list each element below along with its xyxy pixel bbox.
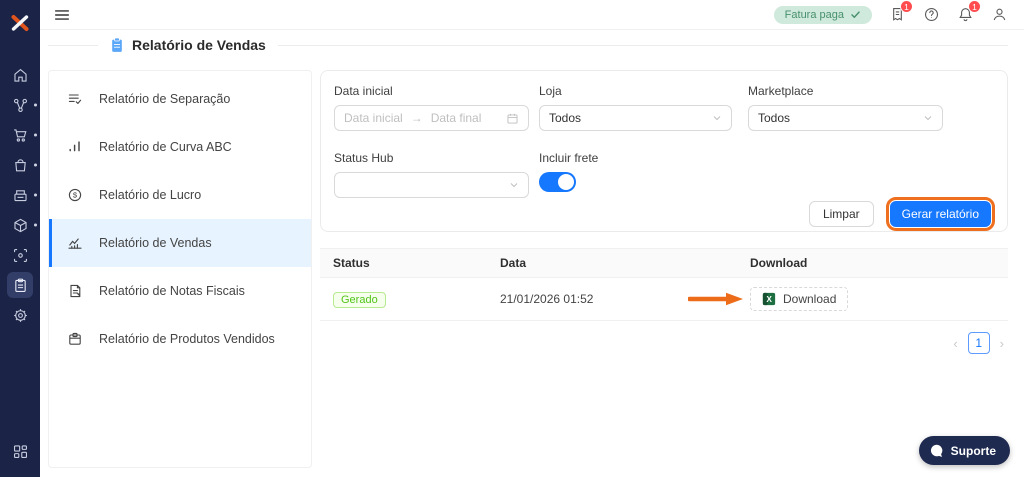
reports-icon[interactable] <box>7 272 33 298</box>
list-check-icon <box>68 94 82 104</box>
table-header-row: Status Data Download <box>320 248 1008 278</box>
marketplace-select[interactable]: Todos <box>748 105 943 131</box>
toggle-knob <box>558 174 574 190</box>
store-select[interactable]: Todos <box>539 105 732 131</box>
user-icon[interactable] <box>991 6 1008 23</box>
support-button[interactable]: Suporte <box>918 436 1010 465</box>
hamburger-icon[interactable] <box>53 6 71 24</box>
page-title: Relatório de Vendas <box>132 37 266 53</box>
bell-icon[interactable]: 1 <box>957 0 981 23</box>
pagination-prev-icon[interactable]: ‹ <box>953 337 957 350</box>
bell-notification-count: 1 <box>968 0 981 13</box>
column-header-status: Status <box>333 256 370 270</box>
divider-line <box>48 44 98 46</box>
topbar-actions: Fatura paga 1 1 <box>773 0 1008 24</box>
support-button-label: Suporte <box>950 443 996 458</box>
include-shipping-toggle[interactable] <box>539 172 576 192</box>
report-menu: Relatório de Separação Relatório de Curv… <box>48 70 312 468</box>
pagination-next-icon[interactable]: › <box>1000 337 1004 350</box>
table-row: Gerado 21/01/2026 01:52 X Download <box>320 278 1008 321</box>
menu-item-label: Relatório de Lucro <box>99 188 202 202</box>
nav-rail <box>0 0 40 477</box>
excel-icon: X <box>762 292 776 306</box>
line-chart-icon <box>68 238 82 249</box>
date-end-placeholder[interactable]: Data final <box>431 111 482 125</box>
download-button-label: Download <box>783 292 837 306</box>
app-window: Fatura paga 1 1 Relatório de Vendas Rela… <box>0 0 1024 477</box>
menu-item-label: Relatório de Produtos Vendidos <box>99 332 275 346</box>
home-icon[interactable] <box>7 62 33 88</box>
check-icon <box>851 11 860 18</box>
menu-item-relatorio-separacao[interactable]: Relatório de Separação <box>49 75 311 123</box>
menu-item-relatorio-curva-abc[interactable]: Relatório de Curva ABC <box>49 123 311 171</box>
status-badge: Gerado <box>333 292 386 308</box>
date-range-separator: → <box>410 111 423 125</box>
store-label: Loja <box>539 84 562 98</box>
menu-item-relatorio-lucro[interactable]: $ Relatório de Lucro <box>49 171 311 219</box>
report-table: Status Data Download Gerado 21/01/2026 0… <box>320 248 1008 354</box>
annotation-arrow-icon <box>688 292 744 306</box>
chevron-down-icon <box>510 183 518 188</box>
column-header-download: Download <box>750 256 808 270</box>
generate-report-button[interactable]: Gerar relatório <box>885 197 996 231</box>
svg-text:X: X <box>766 294 772 304</box>
marketplace-label: Marketplace <box>748 84 814 98</box>
bag-icon[interactable] <box>7 152 33 178</box>
chevron-down-icon <box>713 116 721 121</box>
menu-item-relatorio-produtos-vendidos[interactable]: Relatório de Produtos Vendidos <box>49 315 311 363</box>
topbar: Fatura paga 1 1 <box>40 0 1024 30</box>
gear-icon[interactable] <box>7 302 33 328</box>
date-start-placeholder[interactable]: Data inicial <box>344 111 403 125</box>
clipboard-icon <box>112 37 122 52</box>
invoice-icon <box>70 284 81 298</box>
svg-text:$: $ <box>73 191 78 200</box>
date-range-picker[interactable]: Data inicial → Data final <box>334 105 529 131</box>
download-button[interactable]: X Download <box>750 287 849 311</box>
invoice-status-label: Fatura paga <box>784 8 844 21</box>
chat-bubble-icon <box>930 444 942 457</box>
integrations-icon[interactable] <box>7 92 33 118</box>
chevron-down-icon <box>924 116 932 121</box>
clear-button[interactable]: Limpar <box>808 201 874 227</box>
app-logo[interactable] <box>0 13 40 33</box>
printer-icon[interactable] <box>7 182 33 208</box>
apps-icon[interactable] <box>7 438 33 464</box>
date-range-label: Data inicial <box>334 84 393 98</box>
status-hub-select[interactable] <box>334 172 529 198</box>
menu-item-label: Relatório de Separação <box>99 92 231 106</box>
pagination: ‹ 1 › <box>320 332 1008 354</box>
help-icon[interactable] <box>923 6 940 23</box>
report-filters-card: Data inicial Data inicial → Data final L… <box>320 70 1008 232</box>
package-icon[interactable] <box>7 212 33 238</box>
page-header: Relatório de Vendas <box>48 36 1008 54</box>
menu-item-relatorio-notas-fiscais[interactable]: Relatório de Notas Fiscais <box>49 267 311 315</box>
calendar-icon <box>507 113 518 124</box>
bar-chart-icon <box>69 141 80 152</box>
invoice-status-badge[interactable]: Fatura paga <box>773 5 872 24</box>
dollar-circle-icon: $ <box>68 188 82 202</box>
logo-x-icon <box>11 15 29 31</box>
include-shipping-label: Incluir frete <box>539 151 599 165</box>
pagination-page-1[interactable]: 1 <box>967 332 990 354</box>
menu-item-label: Relatório de Vendas <box>99 236 212 250</box>
invoice-sync-icon[interactable]: 1 <box>889 0 913 23</box>
invoice-notification-count: 1 <box>900 0 913 13</box>
menu-item-relatorio-vendas[interactable]: Relatório de Vendas <box>49 219 311 267</box>
status-hub-label: Status Hub <box>334 151 394 165</box>
menu-item-label: Relatório de Curva ABC <box>99 140 232 154</box>
menu-item-label: Relatório de Notas Fiscais <box>99 284 245 298</box>
divider-line <box>277 44 1008 46</box>
store-value: Todos <box>549 111 582 125</box>
cart-icon[interactable] <box>7 122 33 148</box>
product-box-icon <box>69 332 81 345</box>
column-header-data: Data <box>500 256 527 270</box>
scan-icon[interactable] <box>7 242 33 268</box>
marketplace-value: Todos <box>758 111 791 125</box>
nav-rail-items <box>0 62 40 328</box>
